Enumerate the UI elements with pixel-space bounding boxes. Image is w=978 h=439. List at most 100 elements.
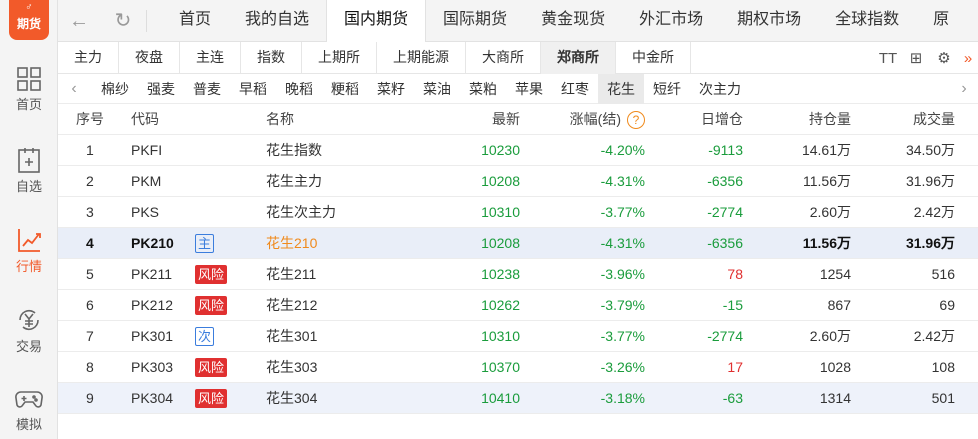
gamepad-icon bbox=[15, 391, 43, 408]
header-code[interactable]: 代码 bbox=[131, 104, 159, 135]
watchlist-icon bbox=[18, 148, 40, 173]
header-daily-increase[interactable]: 日增仓 bbox=[701, 104, 743, 135]
risk-badge: 风险 bbox=[195, 265, 228, 284]
row-code: PK304 bbox=[131, 390, 174, 406]
tab-cffex[interactable]: 中金所 bbox=[616, 42, 691, 74]
tab-home[interactable]: 首页 bbox=[162, 0, 228, 42]
table-row[interactable]: 8 PK303 风险 花生303 10370 -3.26% 17 1028 10… bbox=[58, 352, 978, 383]
sidebar-item-home[interactable]: 首页 bbox=[0, 66, 58, 128]
row-name: 花生301 bbox=[266, 328, 318, 344]
product-tab-early-rice[interactable]: 早稻 bbox=[230, 74, 276, 104]
sidebar-item-market[interactable]: 行情 bbox=[0, 226, 58, 288]
tab-dce[interactable]: 大商所 bbox=[466, 42, 541, 74]
row-volume: 2.42万 bbox=[913, 204, 955, 220]
row-daily-increase: -2774 bbox=[707, 204, 743, 220]
product-tab-strong-wheat[interactable]: 强麦 bbox=[138, 74, 184, 104]
tab-international-futures[interactable]: 国际期货 bbox=[426, 0, 524, 42]
chevron-left-icon[interactable]: ‹ bbox=[62, 74, 86, 104]
back-button[interactable]: ← bbox=[66, 8, 92, 34]
row-last: 10238 bbox=[481, 266, 520, 282]
tab-truncated[interactable]: 原 bbox=[916, 0, 966, 42]
settings-icon[interactable]: ⚙ bbox=[930, 42, 958, 74]
tab-gold-spot[interactable]: 黄金现货 bbox=[524, 0, 622, 42]
font-size-icon[interactable]: TT bbox=[874, 42, 902, 74]
app-logo[interactable]: ♂ 期货 bbox=[9, 0, 49, 40]
product-tab-second-main[interactable]: 次主力 bbox=[690, 74, 750, 104]
row-volume: 69 bbox=[939, 297, 955, 313]
table-row[interactable]: 5 PK211 风险 花生211 10238 -3.96% 78 1254 51… bbox=[58, 259, 978, 290]
row-name: 花生212 bbox=[266, 297, 318, 313]
product-tab-apple[interactable]: 苹果 bbox=[506, 74, 552, 104]
header-change[interactable]: 涨幅(结)? bbox=[570, 104, 645, 135]
tab-index[interactable]: 指数 bbox=[241, 42, 302, 74]
product-tab-staple-fiber[interactable]: 短纤 bbox=[644, 74, 690, 104]
product-tab-rapeseed-meal[interactable]: 菜粕 bbox=[460, 74, 506, 104]
table-row[interactable]: 6 PK212 风险 花生212 10262 -3.79% -15 867 69 bbox=[58, 290, 978, 321]
tab-ine[interactable]: 上期能源 bbox=[377, 42, 466, 74]
sidebar-item-watchlist[interactable]: 自选 bbox=[0, 146, 58, 208]
tab-domestic-futures[interactable]: 国内期货 bbox=[326, 0, 427, 42]
help-icon[interactable]: ? bbox=[627, 111, 645, 130]
header-last[interactable]: 最新 bbox=[492, 104, 520, 135]
table-row[interactable]: 7 PK301 次 花生301 10310 -3.77% -2774 2.60万… bbox=[58, 321, 978, 352]
chevron-right-icon[interactable]: › bbox=[952, 74, 976, 104]
header-open-interest[interactable]: 持仓量 bbox=[809, 104, 851, 135]
row-last: 10208 bbox=[481, 173, 520, 189]
row-volume: 31.96万 bbox=[905, 173, 955, 189]
row-change: -3.79% bbox=[600, 297, 645, 313]
sidebar-item-trade[interactable]: 交易 bbox=[0, 306, 58, 368]
sidebar-item-label: 行情 bbox=[15, 259, 42, 274]
toolbar: TT ⊞ ⚙ » bbox=[874, 42, 978, 74]
tab-main[interactable]: 主力 bbox=[58, 42, 119, 74]
layout-icon[interactable]: ⊞ bbox=[902, 42, 930, 74]
tab-czce[interactable]: 郑商所 bbox=[541, 42, 616, 74]
row-code: PK212 bbox=[131, 297, 174, 313]
row-open-interest: 11.56万 bbox=[802, 235, 851, 251]
grid-icon bbox=[17, 67, 41, 91]
tab-my-watchlist[interactable]: 我的自选 bbox=[228, 0, 326, 42]
chart-icon bbox=[18, 229, 41, 252]
row-index: 4 bbox=[86, 235, 94, 251]
sidebar-item-label: 交易 bbox=[15, 339, 42, 354]
product-tab-rapeseed[interactable]: 菜籽 bbox=[368, 74, 414, 104]
tab-options[interactable]: 期权市场 bbox=[720, 0, 818, 42]
row-open-interest: 2.60万 bbox=[809, 204, 851, 220]
product-tab-peanut[interactable]: 花生 bbox=[598, 74, 644, 104]
table-row[interactable]: 2 PKM 花生主力 10208 -4.31% -6356 11.56万 31.… bbox=[58, 166, 978, 197]
tab-continuous[interactable]: 主连 bbox=[180, 42, 241, 74]
row-index: 7 bbox=[86, 328, 94, 344]
product-tab-cotton-yarn[interactable]: 棉纱 bbox=[92, 74, 138, 104]
more-icon[interactable]: » bbox=[958, 42, 978, 74]
row-volume: 108 bbox=[931, 359, 955, 375]
tab-forex[interactable]: 外汇市场 bbox=[622, 0, 720, 42]
nav-divider bbox=[146, 10, 147, 32]
row-open-interest: 1314 bbox=[819, 390, 851, 406]
row-volume: 34.50万 bbox=[905, 142, 955, 158]
refresh-button[interactable]: ↻ bbox=[110, 8, 136, 34]
product-tab-rapeseed-oil[interactable]: 菜油 bbox=[414, 74, 460, 104]
header-volume[interactable]: 成交量 bbox=[913, 104, 955, 135]
row-change: -3.18% bbox=[600, 390, 645, 406]
row-code: PKM bbox=[131, 173, 162, 189]
row-code: PK301 bbox=[131, 328, 174, 344]
row-daily-increase: -63 bbox=[722, 390, 743, 406]
header-name[interactable]: 名称 bbox=[266, 104, 294, 135]
sidebar-item-simulate[interactable]: 模拟 bbox=[0, 386, 58, 439]
row-open-interest: 1254 bbox=[819, 266, 851, 282]
product-tab-red-date[interactable]: 红枣 bbox=[552, 74, 598, 104]
tab-night[interactable]: 夜盘 bbox=[119, 42, 180, 74]
product-tab-japonica-rice[interactable]: 粳稻 bbox=[322, 74, 368, 104]
table-row[interactable]: 1 PKFI 花生指数 10230 -4.20% -9113 14.61万 34… bbox=[58, 135, 978, 166]
table-row[interactable]: 9 PK304 风险 花生304 10410 -3.18% -63 1314 5… bbox=[58, 383, 978, 414]
tab-shfe[interactable]: 上期所 bbox=[302, 42, 377, 74]
row-index: 5 bbox=[86, 266, 94, 282]
product-tabs-row: ‹ 棉纱 强麦 普麦 早稻 晚稻 粳稻 菜籽 菜油 菜粕 苹果 红枣 花生 短纤… bbox=[58, 74, 978, 104]
product-tab-common-wheat[interactable]: 普麦 bbox=[184, 74, 230, 104]
table-row-selected[interactable]: 4 PK210 主 花生210 10208 -4.31% -6356 11.56… bbox=[58, 228, 978, 259]
product-tab-late-rice[interactable]: 晚稻 bbox=[276, 74, 322, 104]
row-daily-increase: 78 bbox=[727, 266, 743, 282]
row-index: 3 bbox=[86, 204, 94, 220]
header-index[interactable]: 序号 bbox=[76, 104, 104, 135]
tab-global-index[interactable]: 全球指数 bbox=[818, 0, 916, 42]
table-row[interactable]: 3 PKS 花生次主力 10310 -3.77% -2774 2.60万 2.4… bbox=[58, 197, 978, 228]
